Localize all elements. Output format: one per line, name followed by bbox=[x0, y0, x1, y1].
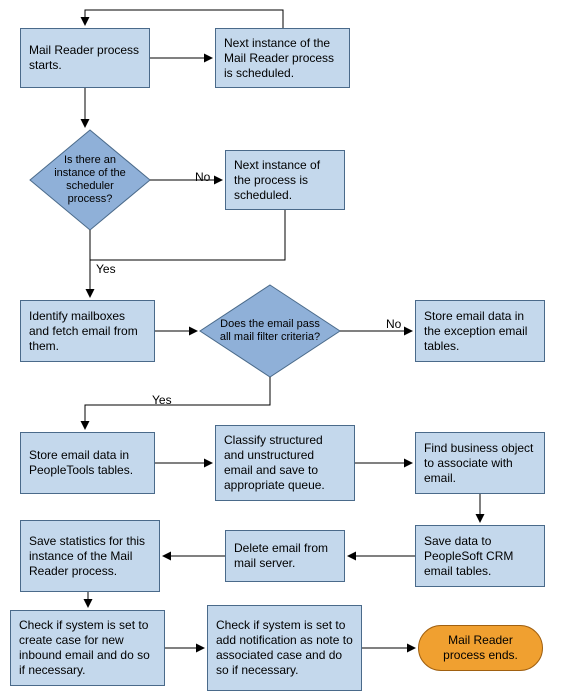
edge-d1-no: No bbox=[195, 170, 210, 184]
node-delete: Delete email from mail server. bbox=[225, 530, 345, 582]
node-end-text: Mail Reader process ends. bbox=[427, 633, 534, 663]
node-sched2: Next instance of the process is schedule… bbox=[225, 150, 345, 210]
node-find-text: Find business object to associate with e… bbox=[424, 441, 536, 486]
node-fetch: Identify mailboxes and fetch email from … bbox=[20, 300, 155, 362]
node-exc-text: Store email data in the exception email … bbox=[424, 309, 536, 354]
node-crm: Save data to PeopleSoft CRM email tables… bbox=[415, 525, 545, 587]
node-d1: Is there an instance of the scheduler pr… bbox=[30, 130, 150, 230]
node-classify-text: Classify structured and unstructured ema… bbox=[224, 433, 346, 493]
node-fetch-text: Identify mailboxes and fetch email from … bbox=[29, 309, 146, 354]
node-sched1-text: Next instance of the Mail Reader process… bbox=[224, 36, 341, 81]
node-find: Find business object to associate with e… bbox=[415, 432, 545, 494]
edge-d2-yes: Yes bbox=[152, 393, 172, 407]
flowchart-canvas: Mail Reader process starts. Next instanc… bbox=[0, 0, 561, 693]
node-exc: Store email data in the exception email … bbox=[415, 300, 545, 362]
node-start-text: Mail Reader process starts. bbox=[29, 43, 141, 73]
node-store: Store email data in PeopleTools tables. bbox=[20, 432, 155, 494]
edge-d1-yes: Yes bbox=[96, 262, 116, 276]
node-classify: Classify structured and unstructured ema… bbox=[215, 425, 355, 501]
node-start: Mail Reader process starts. bbox=[20, 28, 150, 88]
node-createcase: Check if system is set to create case fo… bbox=[10, 610, 165, 686]
node-stats: Save statistics for this instance of the… bbox=[20, 520, 160, 592]
node-d1-text: Is there an instance of the scheduler pr… bbox=[30, 130, 150, 230]
node-d2-text: Does the email pass all mail filter crit… bbox=[200, 285, 340, 377]
node-delete-text: Delete email from mail server. bbox=[234, 541, 336, 571]
edge-d2-no: No bbox=[386, 317, 401, 331]
node-stats-text: Save statistics for this instance of the… bbox=[29, 534, 151, 579]
node-store-text: Store email data in PeopleTools tables. bbox=[29, 448, 146, 478]
node-sched1: Next instance of the Mail Reader process… bbox=[215, 28, 350, 88]
node-crm-text: Save data to PeopleSoft CRM email tables… bbox=[424, 534, 536, 579]
node-d2: Does the email pass all mail filter crit… bbox=[200, 285, 340, 377]
node-createcase-text: Check if system is set to create case fo… bbox=[19, 618, 156, 678]
node-addnote-text: Check if system is set to add notificati… bbox=[216, 618, 353, 678]
node-end: Mail Reader process ends. bbox=[418, 625, 543, 671]
node-sched2-text: Next instance of the process is schedule… bbox=[234, 158, 336, 203]
node-addnote: Check if system is set to add notificati… bbox=[207, 605, 362, 691]
